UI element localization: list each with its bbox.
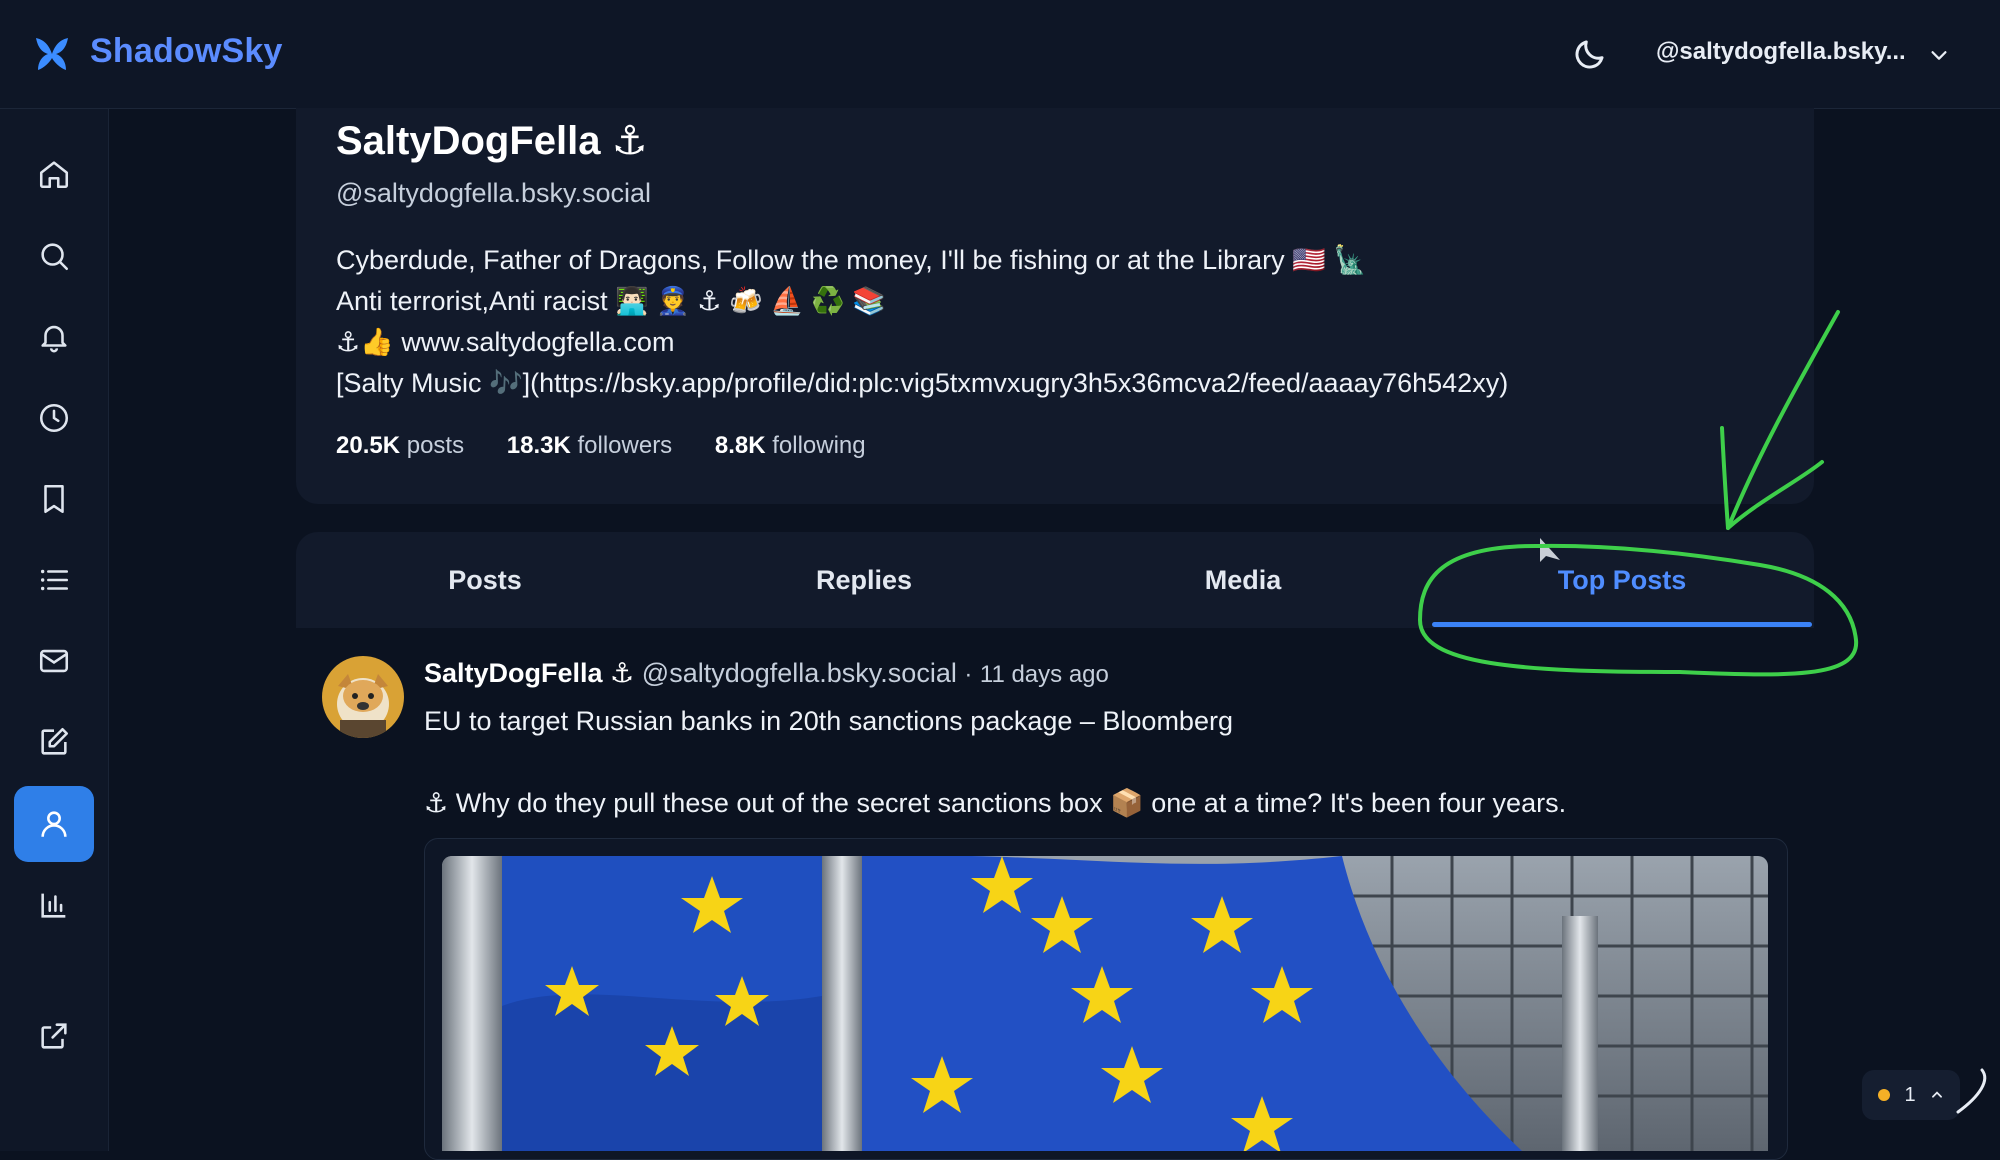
post-author-name[interactable]: SaltyDogFella ⚓	[424, 658, 634, 688]
list-icon	[40, 569, 69, 591]
profile-tabs: Posts Replies Media Top Posts	[296, 532, 1814, 628]
post-separator: ·	[964, 661, 973, 688]
bell-icon	[41, 325, 67, 353]
bookmark-icon	[44, 484, 64, 514]
followers-stat[interactable]: 18.3K followers	[507, 432, 672, 459]
clock-icon	[39, 403, 69, 433]
status-dot	[1878, 1089, 1891, 1101]
bio-line: Cyberdude, Father of Dragons, Follow the…	[336, 245, 1367, 275]
post-text: EU to target Russian banks in 20th sanct…	[424, 706, 1233, 736]
sidebar-item-bookmarks[interactable]	[14, 461, 94, 537]
status-count: 1	[1904, 1083, 1916, 1106]
eu-flags-image[interactable]	[442, 856, 1768, 1151]
external-link-icon	[41, 1023, 67, 1049]
bio-link-line[interactable]: [Salty Music 🎶](https://bsky.app/profile…	[336, 367, 1508, 399]
tab-media[interactable]: Media	[1054, 532, 1432, 628]
search-icon	[41, 243, 69, 271]
posts-label: posts	[406, 432, 465, 459]
sidebar-item-lists[interactable]	[14, 542, 94, 618]
notification-status-pill[interactable]: 1	[1862, 1070, 1960, 1120]
posts-stat[interactable]: 20.5K posts	[336, 432, 464, 459]
bio-link-line[interactable]: ⚓👍 www.saltydogfella.com	[336, 326, 674, 358]
post-author-handle[interactable]: @saltydogfella.bsky.social	[642, 658, 957, 688]
bio-line: Anti terrorist,Anti racist 👨🏻‍💻 👮 ⚓ 🍻 ⛵ …	[336, 286, 886, 316]
tab-posts[interactable]: Posts	[296, 532, 674, 628]
avatar[interactable]	[322, 656, 404, 738]
following-count: 8.8K	[714, 432, 766, 459]
tab-replies[interactable]: Replies	[675, 532, 1053, 628]
sidebar-item-compose[interactable]	[14, 704, 94, 780]
followers-count: 18.3K	[506, 432, 571, 459]
top-bar: ShadowSky @saltydogfella.bsky...	[0, 0, 2000, 109]
brand-name[interactable]: ShadowSky	[90, 32, 283, 71]
mail-icon	[39, 649, 69, 673]
sidebar-item-home[interactable]	[14, 136, 94, 212]
chevron-down-icon[interactable]	[1928, 44, 1950, 66]
followers-label: followers	[577, 432, 673, 459]
post-text: ⚓ Why do they pull these out of the secr…	[424, 788, 1567, 818]
sidebar-item-history[interactable]	[14, 380, 94, 456]
eu-flags-photo	[442, 856, 1768, 1151]
dark-mode-moon-icon[interactable]	[1572, 36, 1608, 72]
sidebar-item-profile[interactable]	[14, 786, 94, 862]
edit-icon	[41, 727, 69, 755]
post-header: SaltyDogFella ⚓ @saltydogfella.bsky.soci…	[424, 658, 1109, 689]
chevron-up-icon	[1931, 1091, 1942, 1098]
account-switcher-label[interactable]: @saltydogfella.bsky...	[1656, 38, 1906, 66]
bar-chart-icon	[41, 893, 66, 918]
butterfly-logo-icon[interactable]	[32, 34, 72, 74]
dog-avatar-image	[322, 656, 404, 738]
profile-handle: @saltydogfella.bsky.social	[336, 178, 652, 208]
following-stat[interactable]: 8.8K following	[715, 432, 866, 459]
sidebar-item-messages[interactable]	[14, 623, 94, 699]
sidebar-item-analytics[interactable]	[14, 867, 94, 943]
profile-stats: 20.5K posts 18.3K followers 8.8K followi…	[336, 432, 866, 460]
user-icon	[41, 811, 67, 837]
profile-name: SaltyDogFella ⚓	[336, 119, 648, 163]
active-tab-indicator	[1432, 622, 1812, 627]
home-icon	[39, 161, 69, 189]
sidebar-item-search[interactable]	[14, 218, 94, 294]
post-timestamp[interactable]: 11 days ago	[980, 661, 1109, 688]
sidebar-item-notifications[interactable]	[14, 299, 94, 375]
following-label: following	[772, 432, 866, 459]
posts-count: 20.5K	[336, 432, 401, 459]
sidebar-item-external[interactable]	[14, 998, 94, 1074]
window-resize-corner	[1956, 1068, 1987, 1114]
tab-top-posts[interactable]: Top Posts	[1433, 532, 1811, 628]
